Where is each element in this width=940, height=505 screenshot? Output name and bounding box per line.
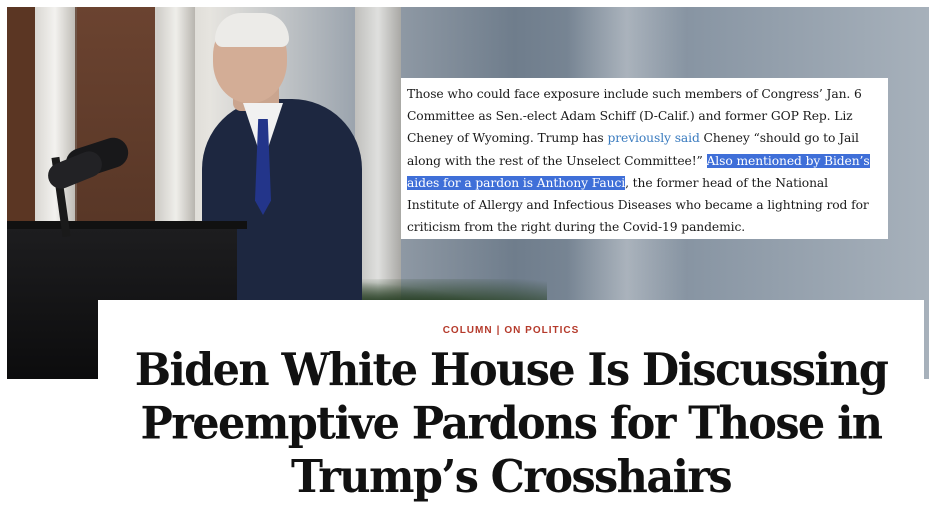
kicker-column-link[interactable]: COLUMN bbox=[443, 325, 493, 336]
photo-speaker-hair bbox=[215, 13, 289, 47]
headline-line: Preemptive Pardons for Those in bbox=[140, 397, 884, 451]
kicker-separator: | bbox=[496, 325, 501, 336]
headline-line: Biden White House Is Discussing bbox=[134, 344, 889, 397]
article-header: COLUMN | ON POLITICS Biden White House Is … bbox=[98, 300, 924, 504]
article-headline: Biden White House Is Discussing Preempti… bbox=[98, 344, 924, 505]
kicker-section-link[interactable]: ON POLITICS bbox=[504, 325, 579, 336]
article-kicker: COLUMN | ON POLITICS bbox=[98, 325, 924, 336]
headline-line: Trump’s Crosshairs bbox=[290, 451, 733, 504]
previously-said-link[interactable]: previously said bbox=[607, 131, 699, 145]
photo-podium-top bbox=[7, 221, 247, 229]
article-excerpt: Those who could face exposure include su… bbox=[401, 78, 888, 239]
